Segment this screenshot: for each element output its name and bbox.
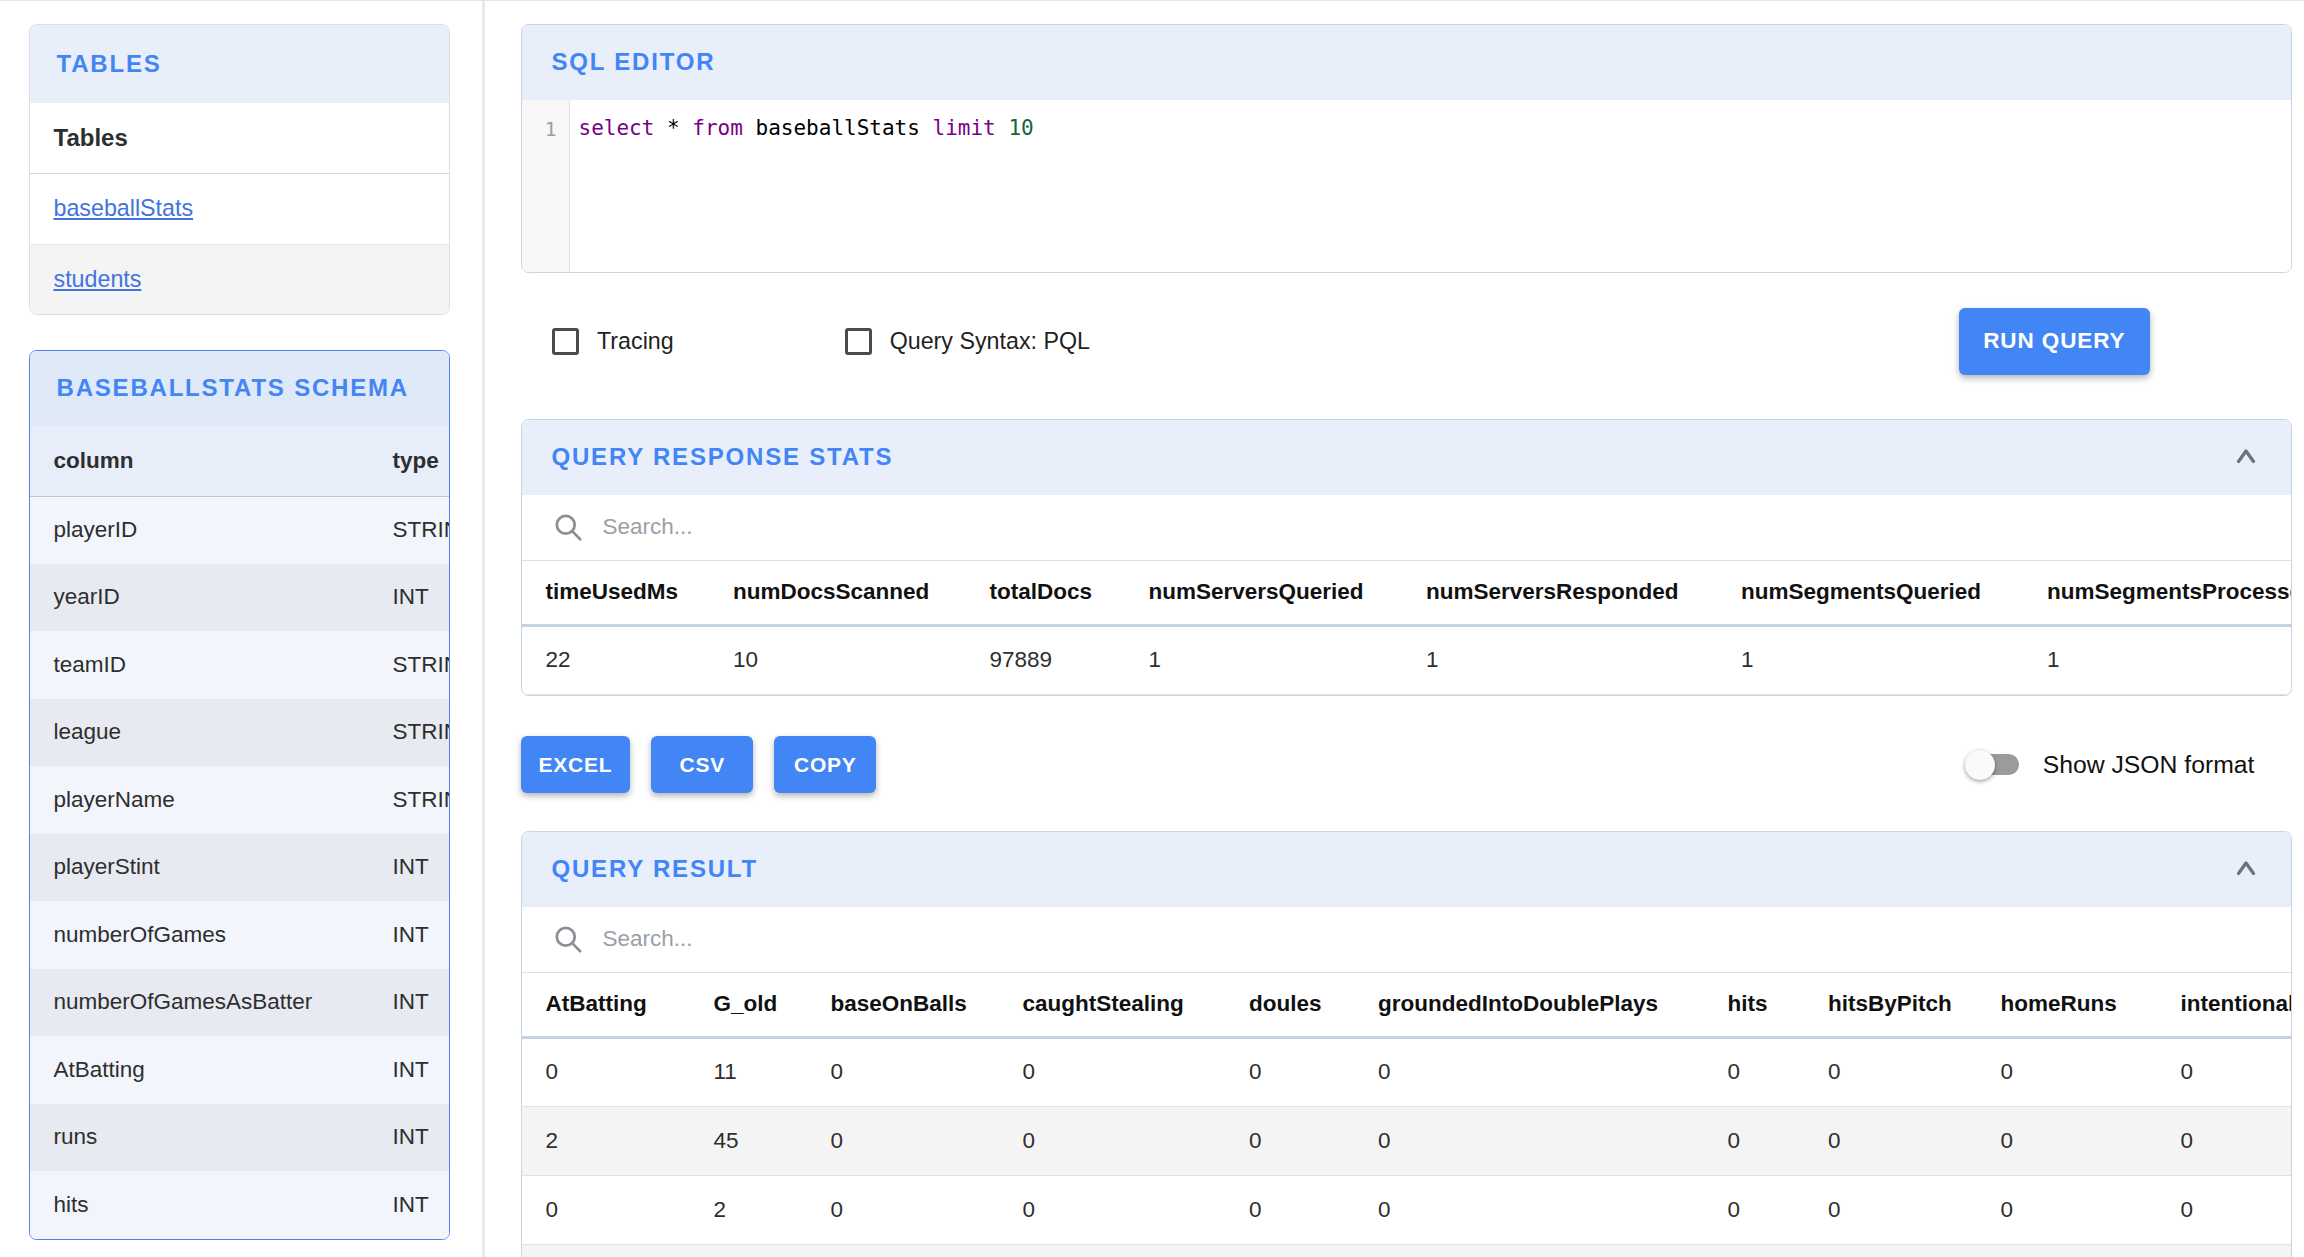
result-search-row: [522, 907, 2292, 973]
table-row: [522, 1244, 2292, 1257]
sql-token: from: [692, 116, 743, 140]
result-panel-title: QUERY RESULT: [552, 855, 759, 883]
schema-panel: BASEBALLSTATS SCHEMA column type playerI…: [29, 350, 451, 1240]
column-header[interactable]: hitsByPitch: [1804, 973, 1977, 1038]
stats-table: timeUsedMsnumDocsScannedtotalDocsnumServ…: [522, 561, 2292, 695]
show-json-label: Show JSON format: [2043, 751, 2255, 779]
excel-button[interactable]: EXCEL: [521, 736, 631, 793]
schema-header-type[interactable]: type: [369, 426, 450, 497]
column-header[interactable]: timeUsedMs: [522, 561, 710, 626]
schema-row: leagueSTRING: [30, 699, 450, 767]
sql-code-line[interactable]: select * from baseballStats limit 10: [570, 100, 1034, 273]
schema-row: hitsINT: [30, 1171, 450, 1239]
query-result-panel: QUERY RESULT AtBattingG_oldbaseOnBallsca…: [521, 831, 2293, 1257]
query-console: TABLES Tables baseballStats students BAS…: [0, 0, 2304, 1257]
sql-token: limit: [933, 116, 996, 140]
stats-panel-title: QUERY RESPONSE STATS: [552, 443, 894, 471]
sql-token: 10: [996, 116, 1034, 140]
schema-row: yearIDINT: [30, 564, 450, 632]
sidebar-table-students[interactable]: students: [30, 244, 450, 315]
schema-header-column[interactable]: column: [30, 426, 369, 497]
tables-panel: TABLES Tables baseballStats students: [29, 24, 451, 316]
column-header[interactable]: totalDocs: [966, 561, 1125, 626]
query-response-stats-panel: QUERY RESPONSE STATS timeUsedMsnumDocsSc…: [521, 419, 2293, 696]
tables-column-header: Tables: [30, 103, 450, 174]
column-header[interactable]: numServersResponded: [1402, 561, 1717, 626]
sql-editor-title: SQL EDITOR: [522, 25, 2292, 100]
schema-row: AtBattingINT: [30, 1036, 450, 1104]
result-table: AtBattingG_oldbaseOnBallscaughtStealingd…: [522, 973, 2292, 1257]
copy-button[interactable]: COPY: [774, 736, 876, 793]
column-header[interactable]: doules: [1225, 973, 1354, 1038]
table-link[interactable]: students: [54, 266, 142, 293]
line-number: 1: [522, 100, 570, 273]
schema-row: playerIDSTRING: [30, 496, 450, 564]
schema-panel-title: BASEBALLSTATS SCHEMA: [30, 351, 450, 426]
run-query-button[interactable]: RUN QUERY: [1959, 308, 2149, 376]
table-row: 0200000000: [522, 1175, 2292, 1244]
sql-token: baseballStats: [743, 116, 933, 140]
sql-editor-panel: SQL EDITOR 1 select * from baseballStats…: [521, 24, 2293, 274]
tracing-checkbox[interactable]: [552, 328, 579, 355]
sidebar: TABLES Tables baseballStats students BAS…: [0, 1, 485, 1257]
collapse-chevron-icon[interactable]: [2231, 442, 2261, 472]
column-header[interactable]: numServersQueried: [1125, 561, 1403, 626]
column-header[interactable]: intentionalWalks: [2157, 973, 2292, 1038]
schema-row: numberOfGamesINT: [30, 901, 450, 969]
column-header[interactable]: G_old: [690, 973, 807, 1038]
pql-syntax-checkbox[interactable]: [845, 328, 872, 355]
main-area: SQL EDITOR 1 select * from baseballStats…: [485, 1, 2304, 1257]
column-header[interactable]: caughtStealing: [999, 973, 1226, 1038]
column-header[interactable]: groundedIntoDoublePlays: [1354, 973, 1704, 1038]
sidebar-table-baseballStats[interactable]: baseballStats: [30, 173, 450, 244]
schema-row: playerNameSTRING: [30, 766, 450, 834]
column-header[interactable]: hits: [1704, 973, 1805, 1038]
table-row: 24500000000: [522, 1106, 2292, 1175]
toggle-knob: [1965, 750, 1995, 780]
stats-search-row: [522, 495, 2292, 561]
csv-button[interactable]: CSV: [651, 736, 753, 793]
table-row: 2210978891111: [522, 625, 2292, 694]
collapse-chevron-icon[interactable]: [2231, 854, 2261, 884]
tables-panel-title: TABLES: [30, 25, 450, 103]
column-header[interactable]: numSegmentsQueried: [1717, 561, 2023, 626]
schema-row: runsINT: [30, 1104, 450, 1172]
column-header[interactable]: numDocsScanned: [709, 561, 966, 626]
sql-token: *: [654, 116, 692, 140]
column-header[interactable]: homeRuns: [1977, 973, 2157, 1038]
schema-row: teamIDSTRING: [30, 631, 450, 699]
export-row: EXCEL CSV COPY Show JSON format: [521, 736, 2293, 793]
column-header[interactable]: numSegmentsProcessed: [2023, 561, 2291, 626]
schema-row: numberOfGamesAsBatterINT: [30, 969, 450, 1037]
pql-syntax-label: Query Syntax: PQL: [890, 328, 1090, 355]
result-search-input[interactable]: [603, 926, 1053, 952]
sql-token: select: [579, 116, 655, 140]
schema-table: column type playerIDSTRINGyearIDINTteamI…: [30, 426, 450, 1239]
query-controls: Tracing Query Syntax: PQL RUN QUERY: [521, 308, 2293, 376]
table-link[interactable]: baseballStats: [54, 195, 194, 222]
search-icon: [552, 923, 585, 956]
tracing-label: Tracing: [597, 328, 674, 355]
sql-code-editor[interactable]: 1 select * from baseballStats limit 10: [522, 100, 2292, 273]
search-icon: [552, 511, 585, 544]
column-header[interactable]: baseOnBalls: [807, 973, 999, 1038]
show-json-toggle[interactable]: [1965, 748, 2022, 781]
column-header[interactable]: AtBatting: [522, 973, 690, 1038]
table-row: 01100000000: [522, 1037, 2292, 1106]
schema-row: playerStintINT: [30, 834, 450, 902]
stats-search-input[interactable]: [603, 514, 1053, 540]
